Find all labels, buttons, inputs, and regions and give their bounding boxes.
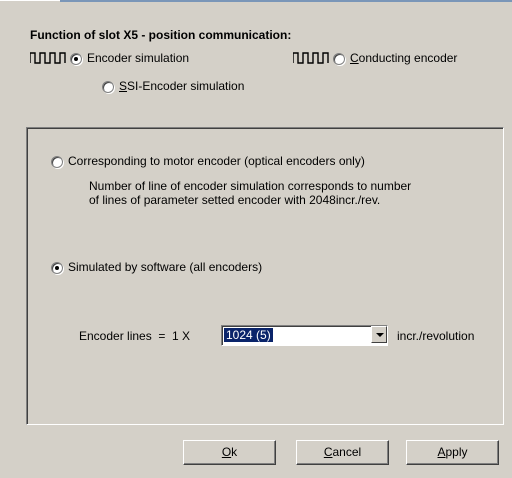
label-text: SI-Encoder simulation	[127, 79, 245, 93]
simulated-by-software-label[interactable]: Simulated by software (all encoders)	[68, 260, 262, 274]
ssi-encoder-simulation-label[interactable]: SSI-Encoder simulation	[119, 79, 244, 93]
label-text: onducting encoder	[358, 51, 458, 65]
button-label: ancel	[332, 445, 362, 459]
section-heading: Function of slot X5 - position communica…	[30, 28, 292, 42]
options-panel	[26, 127, 504, 425]
pulse-train-icon	[30, 51, 66, 65]
accelerator-key: O	[221, 445, 232, 459]
accelerator-key: A	[437, 445, 446, 459]
button-label: k	[231, 445, 238, 459]
encoder-lines-dropdown[interactable]: 1024 (5)	[221, 325, 388, 346]
accelerator-key: S	[119, 79, 128, 93]
simulated-by-software-radio[interactable]	[51, 262, 63, 274]
conducting-encoder-label[interactable]: Conducting encoder	[350, 51, 457, 65]
button-label: pply	[445, 445, 468, 459]
encoder-lines-value: 1024 (5)	[223, 327, 274, 343]
accelerator-key: C	[323, 445, 333, 459]
corresponding-description-line1: Number of line of encoder simulation cor…	[89, 179, 412, 193]
corresponding-description-line2: of lines of parameter setted encoder wit…	[89, 193, 381, 207]
conducting-encoder-radio[interactable]	[333, 53, 345, 65]
encoder-lines-unit: incr./revolution	[397, 329, 475, 343]
encoder-simulation-label[interactable]: Encoder simulation	[87, 51, 189, 65]
title-bar-edge	[60, 0, 512, 2]
accelerator-key: C	[350, 51, 359, 65]
apply-button[interactable]: Apply	[406, 440, 499, 465]
dropdown-arrow-icon[interactable]	[371, 326, 387, 343]
corresponding-motor-encoder-radio[interactable]	[51, 156, 63, 168]
corresponding-motor-encoder-label[interactable]: Corresponding to motor encoder (optical …	[68, 154, 365, 168]
ok-button[interactable]: Ok	[183, 440, 276, 465]
encoder-lines-label: Encoder lines = 1 X	[79, 329, 191, 343]
encoder-simulation-radio[interactable]	[70, 53, 82, 65]
cancel-button[interactable]: Cancel	[296, 440, 389, 465]
ssi-encoder-simulation-radio[interactable]	[102, 81, 114, 93]
pulse-train-icon	[293, 51, 329, 65]
